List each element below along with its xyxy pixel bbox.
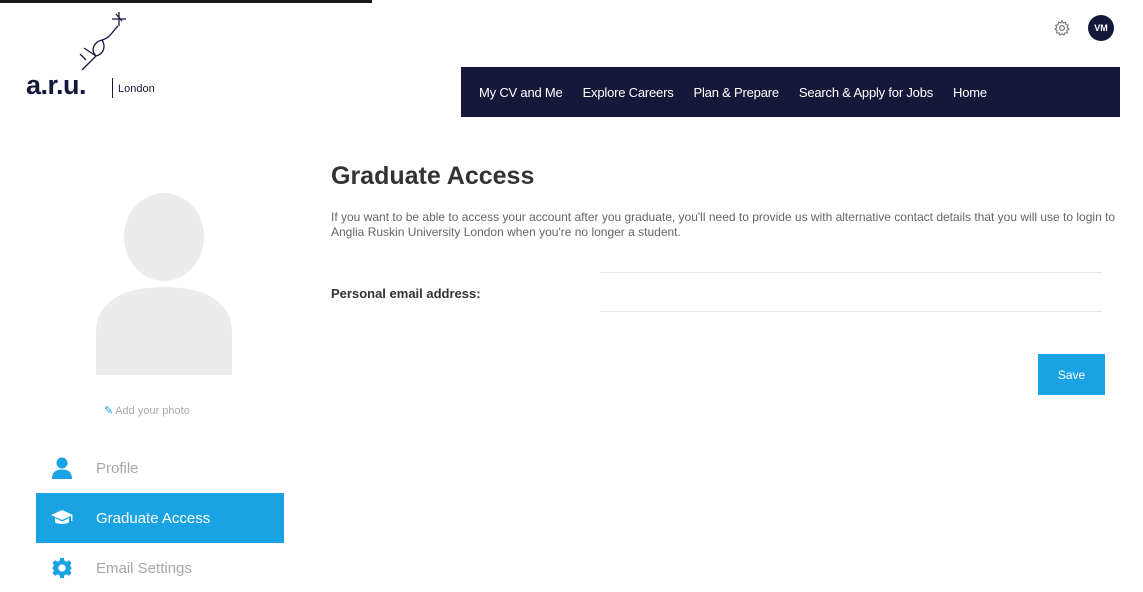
gear-icon xyxy=(1054,19,1070,36)
nav-search-and-apply-for-jobs[interactable]: Search & Apply for Jobs xyxy=(789,85,943,100)
nav-plan-and-prepare[interactable]: Plan & Prepare xyxy=(684,85,789,100)
sidebar-navigation: Profile Graduate Access Email Settings xyxy=(36,443,284,592)
sidebar-item-profile[interactable]: Profile xyxy=(36,443,284,493)
add-photo-link[interactable]: ✎ Add your photo xyxy=(104,404,190,418)
edit-icon: ✎ xyxy=(104,405,114,417)
personal-email-input[interactable] xyxy=(600,272,1102,312)
main-navigation: My CV and Me Explore Careers Plan & Prep… xyxy=(461,67,1120,117)
logo-separator xyxy=(112,78,113,98)
top-rule xyxy=(0,0,372,3)
save-button[interactable]: Save xyxy=(1038,354,1105,395)
nav-home[interactable]: Home xyxy=(943,85,997,100)
gear-icon xyxy=(50,556,74,580)
heron-logo-icon xyxy=(79,12,126,71)
person-icon xyxy=(50,456,74,480)
page-description: If you want to be able to access your ac… xyxy=(331,210,1116,239)
page-title: Graduate Access xyxy=(331,162,535,190)
university-logo[interactable]: a.r.u. London xyxy=(26,10,196,102)
settings-gear-button[interactable] xyxy=(1051,17,1073,39)
person-silhouette-icon xyxy=(96,193,232,375)
sidebar-item-label: Profile xyxy=(96,459,139,477)
email-label: Personal email address: xyxy=(331,286,481,301)
nav-explore-careers[interactable]: Explore Careers xyxy=(573,85,684,100)
sidebar-item-label: Graduate Access xyxy=(96,509,211,527)
nav-my-cv-and-me[interactable]: My CV and Me xyxy=(469,85,573,100)
brand-name: a.r.u. xyxy=(26,70,87,100)
graduation-cap-icon xyxy=(50,506,74,530)
add-photo-label: Add your photo xyxy=(115,404,190,417)
brand-city: London xyxy=(118,83,155,95)
user-avatar[interactable]: VM xyxy=(1088,15,1114,41)
sidebar-item-email-settings[interactable]: Email Settings xyxy=(36,543,284,592)
sidebar-item-graduate-access[interactable]: Graduate Access xyxy=(36,493,284,543)
profile-photo-placeholder[interactable] xyxy=(88,193,240,375)
sidebar-item-label: Email Settings xyxy=(96,559,192,577)
